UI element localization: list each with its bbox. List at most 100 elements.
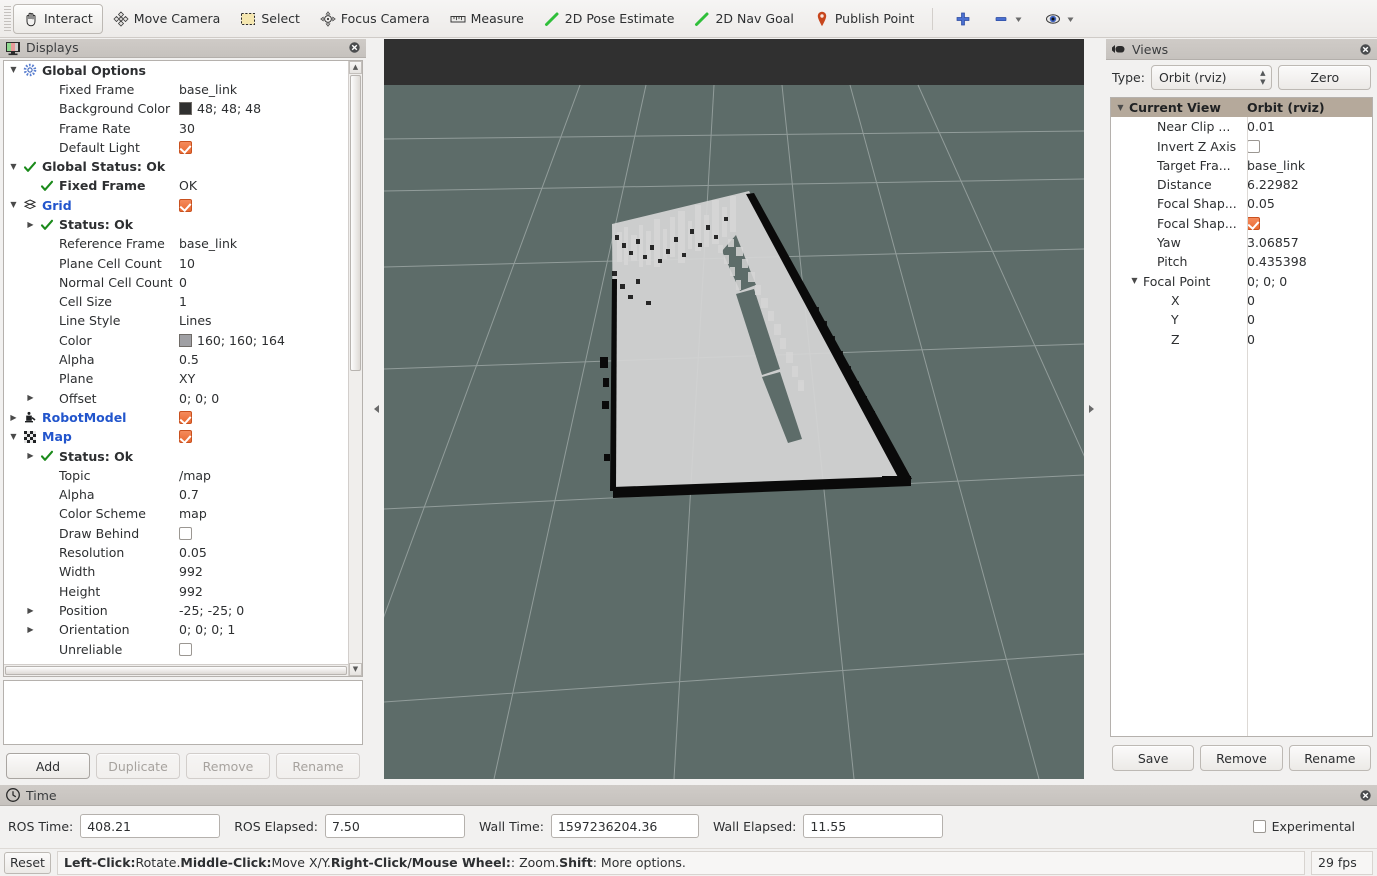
display-property-row[interactable]: Frame Rate 30 (4, 119, 348, 138)
chevron-down-icon[interactable] (1014, 11, 1023, 27)
view-property-row[interactable]: Invert Z Axis (1111, 137, 1372, 156)
display-property-row[interactable]: Plane XY (4, 369, 348, 388)
wall-elapsed-input[interactable]: 11.55 (803, 814, 944, 838)
view-property-row[interactable]: Focal Point 0; 0; 0 (1111, 272, 1372, 291)
display-property-row[interactable]: Global Options (4, 61, 348, 80)
reset-button[interactable]: Reset (4, 851, 51, 874)
toolbar-move-camera-button[interactable]: Move Camera (103, 4, 231, 34)
close-icon[interactable] (1358, 788, 1373, 803)
enable-checkbox[interactable] (179, 430, 192, 444)
view-property-value[interactable]: 0.01 (1247, 117, 1275, 136)
display-property-row[interactable]: Status: Ok (4, 215, 348, 234)
property-value[interactable]: 0.5 (179, 350, 199, 369)
display-property-row[interactable]: Unreliable (4, 640, 348, 659)
toolbar-grip[interactable] (4, 5, 11, 32)
render-viewport-3d[interactable] (384, 39, 1084, 779)
view-property-checkbox[interactable] (1247, 139, 1260, 153)
chevron-down-icon[interactable] (8, 66, 19, 74)
display-property-row[interactable]: Color Scheme map (4, 504, 348, 523)
scroll-down-button[interactable]: ▼ (349, 662, 362, 676)
chevron-down-icon[interactable] (8, 201, 19, 209)
view-property-row[interactable]: Focal Shap... 0.05 (1111, 194, 1372, 213)
scroll-up-button[interactable]: ▲ (349, 60, 362, 74)
view-property-value[interactable]: 0 (1247, 330, 1255, 349)
view-property-value[interactable]: 0; 0; 0 (1247, 272, 1287, 291)
chevron-down-icon[interactable] (1115, 104, 1126, 112)
view-property-checkbox[interactable] (1247, 216, 1260, 230)
visibility-button[interactable] (1035, 4, 1085, 34)
enable-checkbox[interactable] (179, 140, 192, 154)
experimental-checkbox[interactable] (1252, 819, 1266, 833)
display-property-row[interactable]: Width 992 (4, 562, 348, 581)
remove-view-button[interactable]: Remove (1200, 745, 1283, 771)
property-value[interactable]: map (179, 504, 207, 523)
property-value[interactable]: 0; 0; 0; 1 (179, 620, 235, 639)
display-property-row[interactable]: Normal Cell Count 0 (4, 273, 348, 292)
chevron-right-icon[interactable] (25, 607, 36, 615)
color-swatch[interactable] (179, 333, 192, 347)
close-icon[interactable] (1358, 42, 1373, 57)
property-value[interactable]: 10 (179, 254, 195, 273)
displays-vertical-scrollbar[interactable]: ▲ ▼ (348, 60, 362, 676)
chevron-right-icon[interactable] (25, 452, 36, 460)
display-property-row[interactable]: Plane Cell Count 10 (4, 254, 348, 273)
chevron-right-icon[interactable] (25, 626, 36, 634)
view-property-value[interactable]: 0.05 (1247, 194, 1275, 213)
add-panel-button[interactable] (945, 4, 981, 34)
left-splitter-handle[interactable] (370, 39, 384, 779)
view-property-value[interactable]: base_link (1247, 156, 1305, 175)
display-property-row[interactable]: Orientation 0; 0; 0; 1 (4, 620, 348, 639)
chevron-right-icon[interactable] (8, 414, 19, 422)
color-swatch[interactable] (179, 102, 192, 116)
display-property-row[interactable]: Background Color 48; 48; 48 (4, 99, 348, 118)
display-property-row[interactable]: Alpha 0.7 (4, 485, 348, 504)
view-property-row[interactable]: Pitch 0.435398 (1111, 252, 1372, 271)
toolbar-2d-nav-goal-button[interactable]: 2D Nav Goal (684, 4, 803, 34)
display-property-row[interactable]: Status: Ok (4, 447, 348, 466)
toolbar-select-button[interactable]: Select (230, 4, 310, 34)
chevron-down-icon[interactable] (1129, 277, 1140, 285)
property-value[interactable]: /map (179, 466, 211, 485)
view-type-select[interactable]: Orbit (rviz) ▲ ▼ (1150, 65, 1273, 90)
property-value[interactable]: 48; 48; 48 (197, 99, 261, 118)
enable-checkbox[interactable] (179, 642, 192, 656)
display-property-row[interactable]: Topic/map (4, 466, 348, 485)
displays-horizontal-scrollbar[interactable] (4, 663, 348, 676)
display-property-row[interactable]: Draw Behind (4, 524, 348, 543)
toolbar-interact-button[interactable]: Interact (13, 3, 103, 34)
property-value[interactable]: 30 (179, 119, 195, 138)
display-property-row[interactable]: Alpha 0.5 (4, 350, 348, 369)
toolbar-measure-button[interactable]: Measure (440, 4, 534, 34)
ros-time-input[interactable]: 408.21 (80, 814, 221, 838)
toolbar-2d-pose-estimate-button[interactable]: 2D Pose Estimate (534, 4, 685, 34)
property-value[interactable]: 0.7 (179, 485, 199, 504)
view-property-row[interactable]: Y0 (1111, 310, 1372, 329)
chevron-right-icon[interactable] (25, 221, 36, 229)
view-property-row[interactable]: Focal Shap... (1111, 214, 1372, 233)
add-display-button[interactable]: Add (6, 753, 90, 779)
view-property-value[interactable]: 0 (1247, 310, 1255, 329)
display-property-row[interactable]: Cell Size 1 (4, 292, 348, 311)
view-property-value[interactable]: 6.22982 (1247, 175, 1299, 194)
chevron-right-icon[interactable] (25, 394, 36, 402)
right-splitter-handle[interactable] (1084, 39, 1098, 779)
chevron-down-icon[interactable] (8, 433, 19, 441)
display-property-row[interactable]: Reference Frame base_link (4, 234, 348, 253)
view-property-value[interactable]: 0.435398 (1247, 252, 1307, 271)
display-property-row[interactable]: Position -25; -25; 0 (4, 601, 348, 620)
view-property-row[interactable]: Target Fra... base_link (1111, 156, 1372, 175)
view-property-value[interactable]: Orbit (rviz) (1247, 98, 1325, 117)
zero-button[interactable]: Zero (1278, 65, 1371, 90)
displays-tree-container[interactable]: Global OptionsFixed Framebase_linkBackgr… (3, 59, 363, 677)
chevron-down-icon[interactable] (1066, 11, 1075, 27)
property-value[interactable]: XY (179, 369, 195, 388)
enable-checkbox[interactable] (179, 526, 192, 540)
property-value[interactable]: OK (179, 176, 197, 195)
property-value[interactable]: 1 (179, 292, 187, 311)
display-property-row[interactable]: Grid (4, 196, 348, 215)
display-property-row[interactable]: Offset 0; 0; 0 (4, 389, 348, 408)
scrollbar-thumb-h[interactable] (5, 665, 347, 675)
enable-checkbox[interactable] (179, 411, 192, 425)
display-property-row[interactable]: Resolution 0.05 (4, 543, 348, 562)
remove-panel-button[interactable] (983, 4, 1033, 34)
